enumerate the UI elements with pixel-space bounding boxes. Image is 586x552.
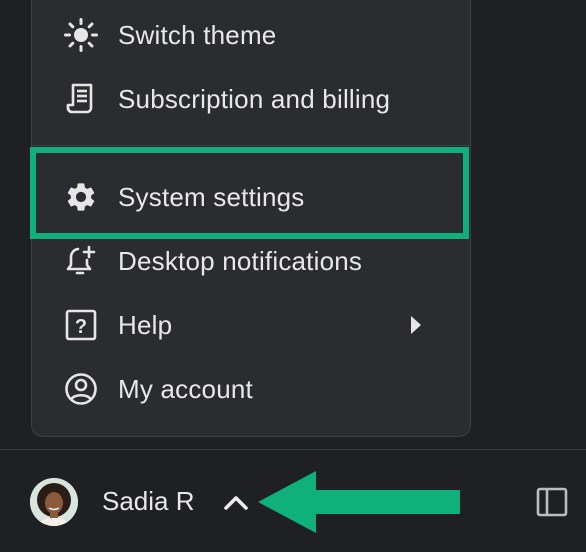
menu-item-label: Desktop notifications <box>118 245 363 276</box>
menu-item-label: Subscription and billing <box>118 83 391 114</box>
username[interactable]: Sadia R <box>102 486 195 517</box>
menu-divider <box>32 145 470 146</box>
help-square-icon: ? <box>64 308 98 342</box>
avatar[interactable] <box>30 478 78 526</box>
menu-item-subscription-billing[interactable]: Subscription and billing <box>34 71 434 127</box>
menu-item-switch-theme[interactable]: Switch theme <box>34 7 434 63</box>
menu-item-label: My account <box>118 373 253 404</box>
menu-item-my-account[interactable]: My account <box>34 361 434 417</box>
receipt-icon <box>64 82 98 116</box>
sidebar-toggle-icon[interactable] <box>536 487 568 517</box>
menu-item-help[interactable]: ? Help <box>34 297 434 353</box>
submenu-arrow-icon <box>411 316 421 334</box>
sun-icon <box>64 18 98 52</box>
chevron-up-icon[interactable] <box>222 488 250 516</box>
annotation-arrow-icon <box>258 471 460 533</box>
menu-item-label: System settings <box>118 181 305 212</box>
account-circle-icon <box>64 372 98 406</box>
footer-divider <box>0 449 586 450</box>
menu-item-label: Help <box>118 309 173 340</box>
menu-item-system-settings[interactable]: System settings <box>34 169 434 225</box>
menu-item-label: Switch theme <box>118 19 277 50</box>
bell-plus-icon <box>64 244 98 278</box>
svg-text:?: ? <box>75 316 87 338</box>
gear-icon <box>64 180 98 214</box>
menu-item-desktop-notifications[interactable]: Desktop notifications <box>34 233 434 289</box>
